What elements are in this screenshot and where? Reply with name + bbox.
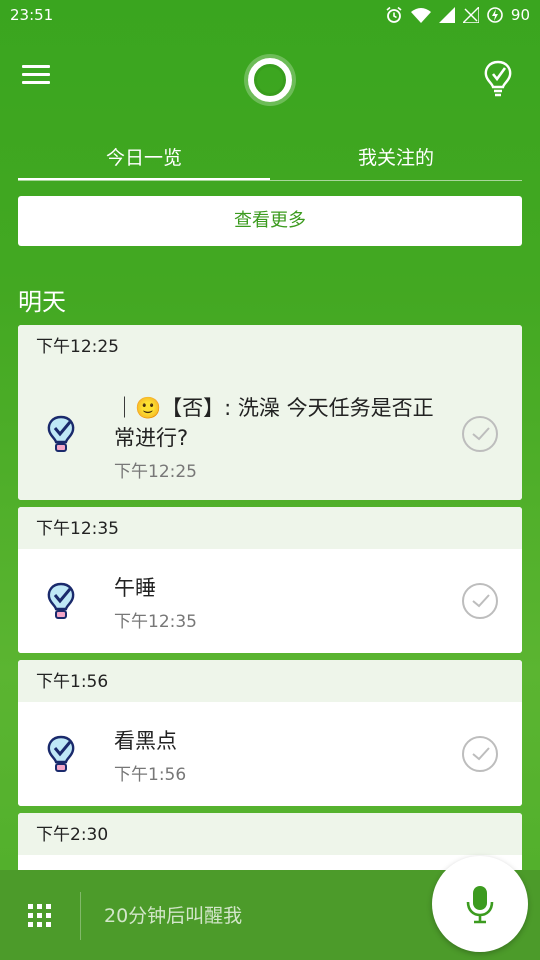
status-time: 23:51 xyxy=(10,6,54,24)
reminder-bulb-icon xyxy=(47,582,75,619)
section-title: 明天 xyxy=(18,288,66,316)
reminder-bulb-icon xyxy=(47,735,75,772)
quick-reminder-input[interactable]: 20分钟后叫醒我 xyxy=(104,900,404,932)
mic-icon xyxy=(466,886,494,924)
reminder-time: 下午1:56 xyxy=(114,765,187,785)
see-more-button[interactable]: 查看更多 xyxy=(18,196,522,246)
card-header-time: 下午12:35 xyxy=(18,507,522,549)
card-header-time: 下午1:56 xyxy=(18,660,522,702)
alarm-icon xyxy=(386,6,402,23)
reminder-bulb-icon xyxy=(47,415,75,452)
reminder-time: 下午12:25 xyxy=(114,462,197,482)
tab-bar: 今日一览 我关注的 xyxy=(18,140,522,180)
complete-check-button[interactable] xyxy=(462,736,498,772)
battery-level: 90 xyxy=(510,6,530,24)
mic-button[interactable] xyxy=(432,856,528,952)
bulb-check-icon[interactable] xyxy=(482,60,514,100)
tab-divider xyxy=(18,180,522,181)
reminder-time: 下午12:35 xyxy=(114,612,197,632)
card-header-time: 下午2:30 xyxy=(18,813,522,855)
reminder-title: ｜🙂【否】: 洗澡 今天任务是否正常进行? xyxy=(114,396,434,450)
reminder-card[interactable]: 下午12:35 午睡 下午12:35 xyxy=(18,507,522,653)
signal-icon xyxy=(438,7,455,23)
tab-following[interactable]: 我关注的 xyxy=(270,140,522,180)
reminder-card[interactable]: 下午12:25 ｜🙂【否】: 洗澡 今天任务是否正常进行? 下午12:25 xyxy=(18,325,522,500)
card-header-time: 下午12:25 xyxy=(18,325,522,367)
complete-check-button[interactable] xyxy=(462,416,498,452)
reminder-title: 午睡 xyxy=(114,576,156,600)
tab-today[interactable]: 今日一览 xyxy=(18,140,270,180)
grid-icon[interactable] xyxy=(28,904,52,928)
app-bar xyxy=(0,48,540,112)
cortana-icon[interactable] xyxy=(248,58,292,102)
complete-check-button[interactable] xyxy=(462,583,498,619)
check-icon xyxy=(472,427,490,441)
menu-icon[interactable] xyxy=(22,60,62,96)
status-bar: 23:51 90 xyxy=(0,0,540,30)
wifi-icon xyxy=(410,8,431,23)
bottom-divider xyxy=(80,892,81,940)
check-icon xyxy=(472,594,490,608)
reminder-title: 看黑点 xyxy=(114,729,177,753)
no-sim-icon xyxy=(462,7,479,23)
battery-charging-icon xyxy=(487,7,503,23)
reminder-card[interactable]: 下午1:56 看黑点 下午1:56 xyxy=(18,660,522,806)
check-icon xyxy=(472,747,490,761)
status-icons: 90 xyxy=(385,6,530,24)
